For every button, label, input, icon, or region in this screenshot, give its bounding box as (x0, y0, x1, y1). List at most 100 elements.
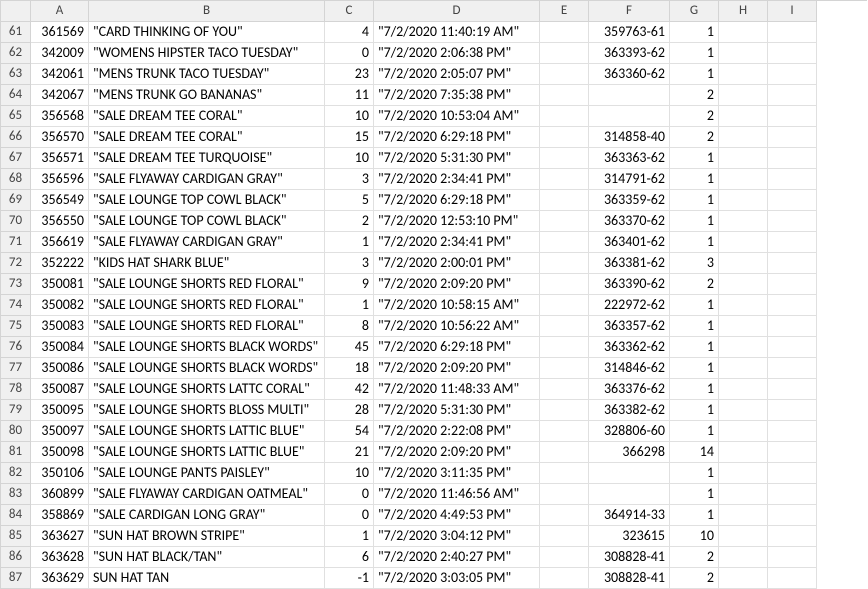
cell-F65[interactable] (589, 106, 670, 127)
cell-A83[interactable]: 360899 (31, 484, 89, 505)
cell-C62[interactable]: 0 (325, 43, 374, 64)
col-header-F[interactable]: F (589, 1, 670, 22)
cell-E81[interactable] (540, 442, 589, 463)
cell-H78[interactable] (719, 379, 768, 400)
cell-B82[interactable]: "SALE LOUNGE PANTS PAISLEY" (89, 463, 325, 484)
cell-G61[interactable]: 1 (670, 22, 719, 43)
row-header-80[interactable]: 80 (1, 421, 31, 442)
cell-D74[interactable]: "7/2/2020 10:58:15 AM" (374, 295, 540, 316)
cell-H64[interactable] (719, 85, 768, 106)
cell-G65[interactable]: 2 (670, 106, 719, 127)
cell-F73[interactable]: 363390-62 (589, 274, 670, 295)
cell-G84[interactable]: 1 (670, 505, 719, 526)
row-header-74[interactable]: 74 (1, 295, 31, 316)
cell-I85[interactable] (768, 526, 817, 547)
cell-F87[interactable]: 308828-41 (589, 568, 670, 589)
cell-B66[interactable]: "SALE DREAM TEE CORAL" (89, 127, 325, 148)
cell-A68[interactable]: 356596 (31, 169, 89, 190)
cell-G64[interactable]: 2 (670, 85, 719, 106)
cell-D71[interactable]: "7/2/2020 2:34:41 PM" (374, 232, 540, 253)
cell-A79[interactable]: 350095 (31, 400, 89, 421)
cell-C74[interactable]: 1 (325, 295, 374, 316)
cell-B70[interactable]: "SALE LOUNGE TOP COWL BLACK" (89, 211, 325, 232)
cell-F75[interactable]: 363357-62 (589, 316, 670, 337)
cell-D78[interactable]: "7/2/2020 11:48:33 AM" (374, 379, 540, 400)
cell-E77[interactable] (540, 358, 589, 379)
cell-I65[interactable] (768, 106, 817, 127)
cell-A63[interactable]: 342061 (31, 64, 89, 85)
cell-C87[interactable]: -1 (325, 568, 374, 589)
col-header-H[interactable]: H (719, 1, 768, 22)
cell-E72[interactable] (540, 253, 589, 274)
cell-H67[interactable] (719, 148, 768, 169)
cell-I79[interactable] (768, 400, 817, 421)
cell-A71[interactable]: 356619 (31, 232, 89, 253)
cell-D82[interactable]: "7/2/2020 3:11:35 PM" (374, 463, 540, 484)
cell-A77[interactable]: 350086 (31, 358, 89, 379)
cell-D70[interactable]: "7/2/2020 12:53:10 PM" (374, 211, 540, 232)
col-header-E[interactable]: E (540, 1, 589, 22)
cell-H62[interactable] (719, 43, 768, 64)
cell-D68[interactable]: "7/2/2020 2:34:41 PM" (374, 169, 540, 190)
row-header-87[interactable]: 87 (1, 568, 31, 589)
cell-B68[interactable]: "SALE FLYAWAY CARDIGAN GRAY" (89, 169, 325, 190)
cell-I87[interactable] (768, 568, 817, 589)
cell-C64[interactable]: 11 (325, 85, 374, 106)
cell-I83[interactable] (768, 484, 817, 505)
cell-B69[interactable]: "SALE LOUNGE TOP COWL BLACK" (89, 190, 325, 211)
cell-F70[interactable]: 363370-62 (589, 211, 670, 232)
cell-F86[interactable]: 308828-41 (589, 547, 670, 568)
cell-D63[interactable]: "7/2/2020 2:05:07 PM" (374, 64, 540, 85)
cell-C73[interactable]: 9 (325, 274, 374, 295)
cell-E85[interactable] (540, 526, 589, 547)
cell-I73[interactable] (768, 274, 817, 295)
cell-C78[interactable]: 42 (325, 379, 374, 400)
row-header-79[interactable]: 79 (1, 400, 31, 421)
cell-B73[interactable]: "SALE LOUNGE SHORTS RED FLORAL" (89, 274, 325, 295)
cell-B84[interactable]: "SALE CARDIGAN LONG GRAY" (89, 505, 325, 526)
cell-G72[interactable]: 3 (670, 253, 719, 274)
col-header-G[interactable]: G (670, 1, 719, 22)
cell-B74[interactable]: "SALE LOUNGE SHORTS RED FLORAL" (89, 295, 325, 316)
cell-I66[interactable] (768, 127, 817, 148)
cell-E63[interactable] (540, 64, 589, 85)
cell-I67[interactable] (768, 148, 817, 169)
cell-G79[interactable]: 1 (670, 400, 719, 421)
cell-F80[interactable]: 328806-60 (589, 421, 670, 442)
cell-E67[interactable] (540, 148, 589, 169)
row-header-78[interactable]: 78 (1, 379, 31, 400)
cell-A69[interactable]: 356549 (31, 190, 89, 211)
cell-F78[interactable]: 363376-62 (589, 379, 670, 400)
cell-H74[interactable] (719, 295, 768, 316)
cell-E70[interactable] (540, 211, 589, 232)
col-header-A[interactable]: A (31, 1, 89, 22)
cell-C61[interactable]: 4 (325, 22, 374, 43)
cell-B83[interactable]: "SALE FLYAWAY CARDIGAN OATMEAL" (89, 484, 325, 505)
cell-G87[interactable]: 2 (670, 568, 719, 589)
cell-F77[interactable]: 314846-62 (589, 358, 670, 379)
cell-A75[interactable]: 350083 (31, 316, 89, 337)
cell-A73[interactable]: 350081 (31, 274, 89, 295)
cell-E75[interactable] (540, 316, 589, 337)
cell-G81[interactable]: 14 (670, 442, 719, 463)
cell-I80[interactable] (768, 421, 817, 442)
cell-B61[interactable]: "CARD THINKING OF YOU" (89, 22, 325, 43)
row-header-67[interactable]: 67 (1, 148, 31, 169)
cell-E86[interactable] (540, 547, 589, 568)
cell-I81[interactable] (768, 442, 817, 463)
cell-F64[interactable] (589, 85, 670, 106)
cell-G70[interactable]: 1 (670, 211, 719, 232)
cell-G83[interactable]: 1 (670, 484, 719, 505)
cell-D61[interactable]: "7/2/2020 11:40:19 AM" (374, 22, 540, 43)
cell-A80[interactable]: 350097 (31, 421, 89, 442)
cell-E79[interactable] (540, 400, 589, 421)
cell-A70[interactable]: 356550 (31, 211, 89, 232)
cell-D80[interactable]: "7/2/2020 2:22:08 PM" (374, 421, 540, 442)
cell-E62[interactable] (540, 43, 589, 64)
cell-G74[interactable]: 1 (670, 295, 719, 316)
cell-A76[interactable]: 350084 (31, 337, 89, 358)
cell-A86[interactable]: 363628 (31, 547, 89, 568)
cell-I72[interactable] (768, 253, 817, 274)
cell-F85[interactable]: 323615 (589, 526, 670, 547)
cell-C83[interactable]: 0 (325, 484, 374, 505)
